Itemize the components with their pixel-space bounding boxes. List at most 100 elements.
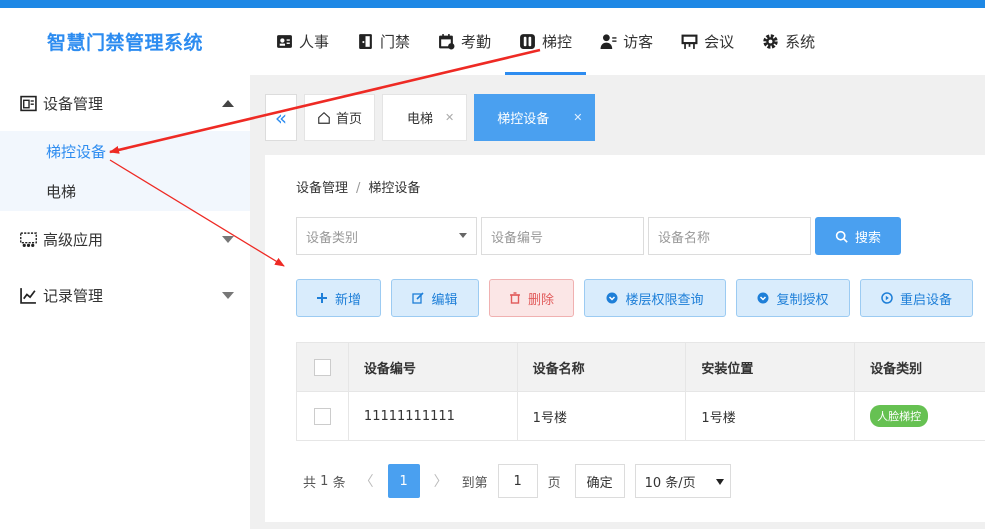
page-size-select[interactable]: 10 条/页 (634, 464, 731, 498)
search-button[interactable]: 搜索 (815, 217, 901, 255)
sidebar: 设备管理 梯控设备 电梯 高级应用 记录管理 (0, 75, 250, 529)
row-checkbox-cell (297, 392, 349, 440)
sidebar-item-elevator-device[interactable]: 梯控设备 (0, 131, 250, 171)
header-checkbox-cell (297, 343, 349, 391)
top-nav: 人事 门禁 考勤 梯控 访客 会议 系统 (262, 8, 829, 75)
caret-down-icon (715, 479, 724, 485)
home-icon (318, 111, 330, 124)
nav-label: 会议 (704, 33, 735, 51)
nav-label: 考勤 (461, 33, 492, 51)
breadcrumb-current: 梯控设备 (368, 181, 421, 196)
search-icon (835, 230, 848, 243)
copy-authorization-button[interactable]: 复制授权 (736, 279, 850, 317)
door-icon (359, 34, 372, 49)
close-icon[interactable]: ✕ (445, 111, 454, 124)
meeting-board-icon (681, 34, 698, 49)
tab-elevator-device[interactable]: 梯控设备 ✕ (474, 94, 596, 141)
action-toolbar: 新增 编辑 删除 楼层权限查询 复制授权 重启设备 (296, 279, 983, 317)
nav-item-elevator[interactable]: 梯控 (505, 8, 587, 75)
sidebar-group-label: 记录管理 (43, 286, 104, 305)
button-label: 删除 (527, 292, 554, 308)
total-prefix: 共 (303, 475, 317, 491)
page-size-value: 10 条/页 (644, 475, 696, 491)
content-panel: 设备管理 / 梯控设备 设备类别 设备编号 设备名称 搜索 新增 编辑 删除 楼… (265, 155, 985, 522)
sidebar-item-elevator[interactable]: 电梯 (0, 171, 250, 211)
device-type-select[interactable]: 设备类别 (296, 217, 477, 255)
caret-up-icon (222, 99, 234, 107)
close-icon[interactable]: ✕ (573, 111, 582, 124)
elevator-icon (520, 34, 535, 49)
device-code-input[interactable]: 设备编号 (481, 217, 644, 255)
add-button[interactable]: 新增 (296, 279, 381, 317)
app-logo-title: 智慧门禁管理系统 (46, 32, 203, 54)
prev-page-icon[interactable]: 〈 (360, 471, 374, 491)
nav-item-visitor[interactable]: 访客 (586, 8, 667, 75)
goto-page-input[interactable]: 1 (497, 464, 538, 498)
tab-label: 首页 (336, 112, 363, 127)
sidebar-group-device-management[interactable]: 设备管理 (0, 75, 250, 131)
page-unit-label: 页 (547, 475, 561, 491)
device-type-badge: 人脸梯控 (870, 405, 929, 427)
floor-permission-query-button[interactable]: 楼层权限查询 (584, 279, 726, 317)
column-header[interactable]: 设备类别 (855, 343, 985, 391)
edit-button[interactable]: 编辑 (391, 279, 479, 317)
sidebar-group-label: 高级应用 (43, 230, 104, 249)
tab-label: 梯控设备 (497, 112, 550, 127)
table-header-row: 设备编号 设备名称 安装位置 设备类别 (297, 343, 985, 392)
chart-line-icon (20, 287, 36, 304)
nav-item-personnel[interactable]: 人事 (262, 8, 343, 75)
breadcrumb: 设备管理 / 梯控设备 (296, 177, 420, 196)
person-card-icon (277, 35, 292, 48)
device-icon (20, 95, 37, 111)
location-cell: 1号楼 (686, 392, 856, 440)
next-page-icon[interactable]: 〉 (434, 471, 448, 491)
main-area: « 首页 电梯 ✕ 梯控设备 ✕ 设备管理 / 梯控设备 设备类别 设备编号 设备名… (250, 75, 985, 529)
caret-down-icon (222, 291, 234, 299)
plus-icon (316, 293, 327, 303)
sidebar-group-advanced[interactable]: 高级应用 (0, 211, 250, 267)
column-header[interactable]: 设备名称 (518, 343, 687, 391)
nav-item-meeting[interactable]: 会议 (667, 8, 748, 75)
sidebar-group-records[interactable]: 记录管理 (0, 267, 250, 323)
select-all-checkbox[interactable] (313, 358, 331, 376)
table-row[interactable]: 11111111111 1号楼 1号楼 人脸梯控 (297, 392, 985, 441)
goto-label: 到第 (461, 475, 488, 491)
page-tabs: « 首页 电梯 ✕ 梯控设备 ✕ (265, 94, 602, 141)
chevron-circle-icon (757, 292, 769, 304)
button-label: 新增 (334, 292, 361, 308)
top-accent-bar (0, 0, 985, 8)
column-header[interactable]: 设备编号 (349, 343, 518, 391)
current-page-button[interactable]: 1 (387, 464, 420, 498)
chevron-circle-icon (606, 292, 618, 304)
delete-button[interactable]: 删除 (489, 279, 574, 317)
button-label: 楼层权限查询 (625, 292, 704, 308)
button-label: 复制授权 (776, 292, 829, 308)
calendar-clock-icon (439, 34, 455, 50)
trash-icon (509, 292, 520, 304)
caret-down-icon (459, 233, 467, 238)
breadcrumb-parent[interactable]: 设备管理 (296, 181, 348, 196)
double-chevron-left-icon: « (274, 105, 288, 130)
visitor-icon (600, 34, 617, 49)
caret-down-icon (222, 235, 234, 243)
advanced-icon (20, 231, 37, 247)
total-count: 1 (320, 473, 329, 489)
total-suffix: 条 (332, 475, 346, 491)
nav-item-access[interactable]: 门禁 (343, 8, 424, 75)
nav-item-attendance[interactable]: 考勤 (424, 8, 505, 75)
row-checkbox[interactable] (313, 407, 331, 425)
column-header[interactable]: 安装位置 (686, 343, 856, 391)
nav-item-system[interactable]: 系统 (748, 8, 829, 75)
device-name-input[interactable]: 设备名称 (648, 217, 811, 255)
device-table: 设备编号 设备名称 安装位置 设备类别 11111111111 1号楼 1号楼 … (296, 342, 985, 441)
device-name-cell: 1号楼 (518, 392, 687, 440)
nav-label: 访客 (623, 33, 654, 51)
goto-confirm-button[interactable]: 确定 (574, 464, 625, 498)
tab-home[interactable]: 首页 (304, 94, 376, 141)
tab-elevator[interactable]: 电梯 ✕ (382, 94, 468, 141)
device-code-cell: 11111111111 (349, 392, 518, 440)
restart-device-button[interactable]: 重启设备 (860, 279, 973, 317)
tab-label: 电梯 (407, 112, 434, 127)
search-label: 搜索 (854, 230, 881, 246)
collapse-tabs-button[interactable]: « (265, 94, 297, 141)
